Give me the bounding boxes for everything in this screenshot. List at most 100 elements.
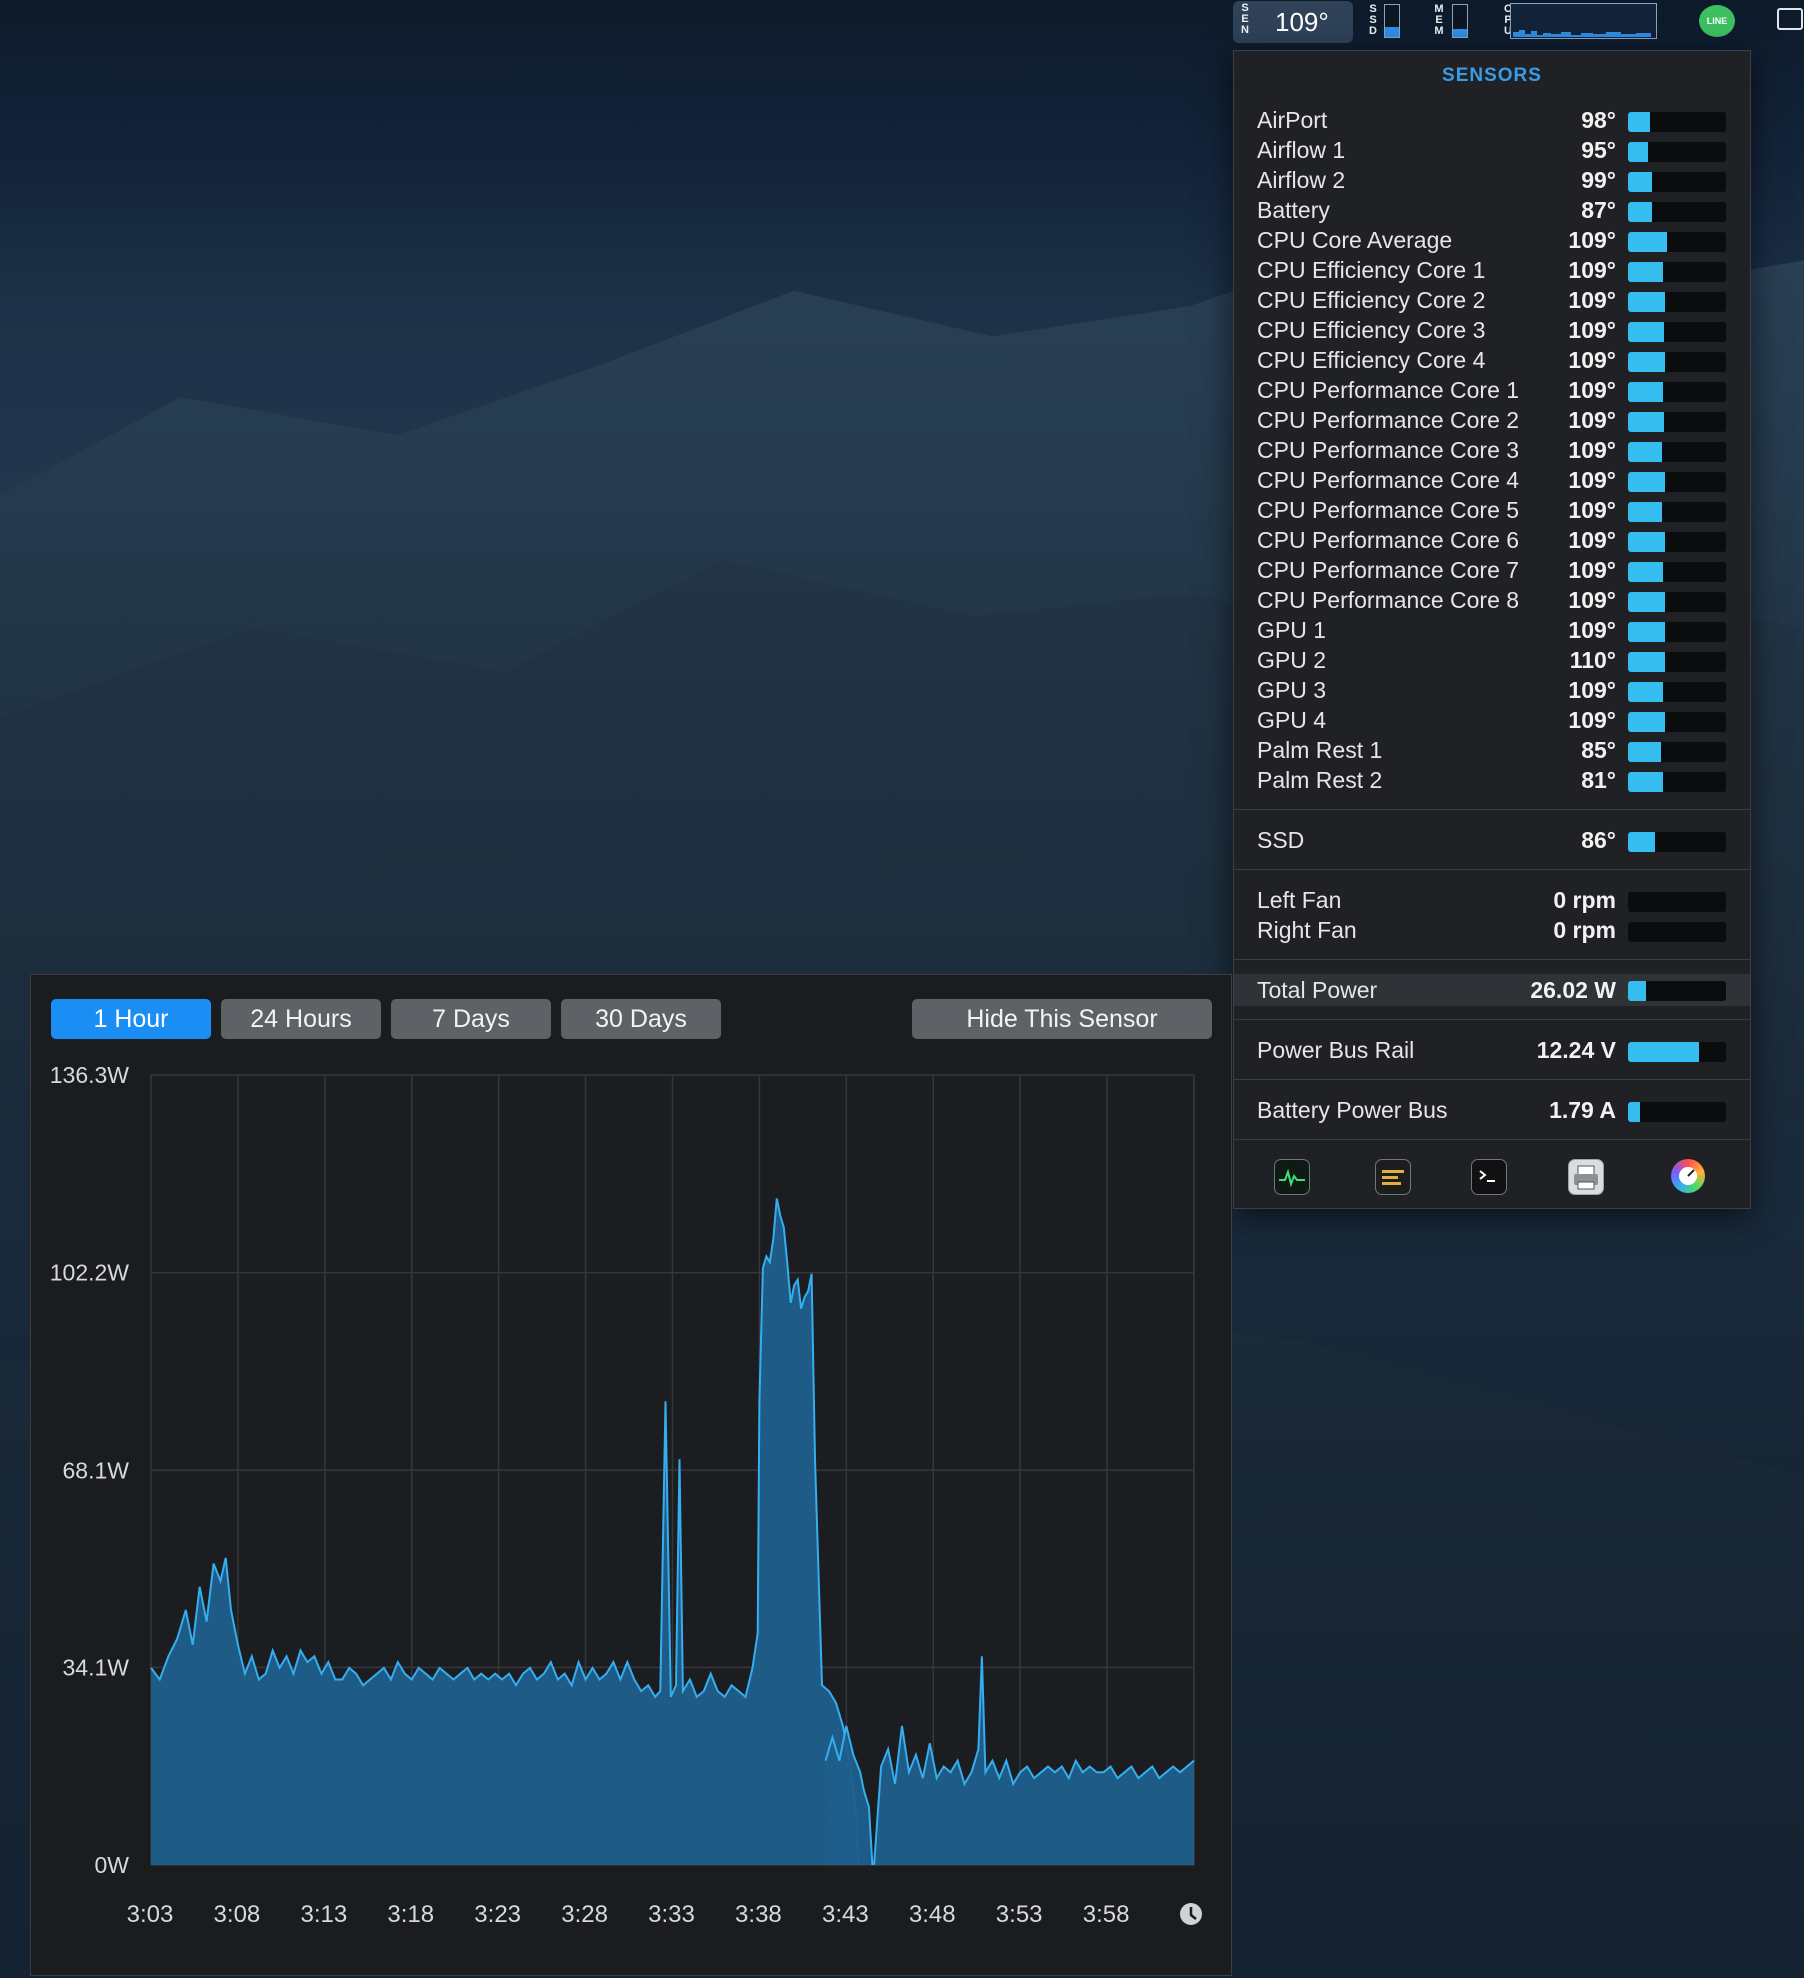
activity-monitor-graphic: [1279, 1168, 1305, 1188]
sensor-row[interactable]: Battery 87°: [1234, 196, 1750, 226]
sensor-label: CPU Performance Core 4: [1257, 467, 1520, 493]
sensor-row-power-bus[interactable]: Power Bus Rail 12.24 V: [1234, 1036, 1750, 1066]
sensor-row[interactable]: CPU Performance Core 2 109°: [1234, 406, 1750, 436]
sensor-row[interactable]: AirPort 98°: [1234, 106, 1750, 136]
sensor-gauge: [1628, 772, 1726, 792]
sensor-label: Battery: [1257, 197, 1330, 223]
gauge-fill: [1628, 682, 1664, 702]
y-tick-label: 136.3W: [50, 1062, 130, 1088]
istat-icon[interactable]: [1671, 1159, 1705, 1193]
sensor-gauge: [1628, 472, 1726, 492]
sensor-gauge: [1628, 502, 1726, 522]
gauge-fill: [1628, 412, 1665, 432]
sensor-value: 109°: [1568, 587, 1616, 613]
sensor-row[interactable]: CPU Efficiency Core 3 109°: [1234, 316, 1750, 346]
sensor-row[interactable]: CPU Performance Core 4 109°: [1234, 466, 1750, 496]
divider: [1234, 1139, 1750, 1140]
sensor-value: 109°: [1568, 287, 1616, 313]
sensor-row-left-fan[interactable]: Left Fan 0 rpm: [1234, 886, 1750, 916]
printer-graphic: [1574, 1165, 1598, 1190]
sensor-row[interactable]: CPU Core Average 109°: [1234, 226, 1750, 256]
sensor-gauge: [1628, 742, 1726, 762]
gauge-fill: [1628, 622, 1666, 642]
x-tick-label: 3:28: [561, 1901, 608, 1928]
gauge-fill: [1628, 472, 1666, 492]
sensor-gauge: [1628, 112, 1726, 132]
sensor-row[interactable]: CPU Performance Core 7 109°: [1234, 556, 1750, 586]
sensor-gauge: [1628, 682, 1726, 702]
sensor-label: Left Fan: [1257, 887, 1342, 913]
sensor-value: 110°: [1569, 647, 1616, 673]
gauge-fill: [1628, 142, 1648, 162]
mem-bar-fill: [1453, 29, 1467, 37]
gauge-fill: [1628, 172, 1652, 192]
sensor-row[interactable]: GPU 2 110°: [1234, 646, 1750, 676]
sensor-gauge: [1628, 832, 1726, 852]
y-tick-label: 34.1W: [63, 1654, 130, 1680]
sensor-row[interactable]: CPU Performance Core 5 109°: [1234, 496, 1750, 526]
letter: M: [1434, 25, 1444, 37]
sensor-row[interactable]: CPU Performance Core 1 109°: [1234, 376, 1750, 406]
gauge-fill: [1628, 1042, 1699, 1062]
divider: [1234, 959, 1750, 960]
line-app-icon[interactable]: LINE: [1699, 5, 1735, 37]
x-tick-label: 3:58: [1083, 1901, 1130, 1928]
terminal-icon[interactable]: [1471, 1159, 1507, 1195]
sensor-value: 99°: [1581, 167, 1616, 193]
sensor-label: GPU 1: [1257, 617, 1327, 643]
sensor-row-battery-bus[interactable]: Battery Power Bus 1.79 A: [1234, 1096, 1750, 1126]
sensor-row-total-power[interactable]: Total Power 26.02 W: [1234, 974, 1750, 1006]
sensor-label: CPU Performance Core 1: [1257, 377, 1520, 403]
sensor-row[interactable]: CPU Efficiency Core 1 109°: [1234, 256, 1750, 286]
sensor-label: CPU Performance Core 7: [1257, 557, 1520, 583]
x-tick-label: 3:13: [300, 1901, 347, 1928]
printer-icon[interactable]: [1568, 1159, 1604, 1195]
sensor-row[interactable]: GPU 4 109°: [1234, 706, 1750, 736]
sensor-row[interactable]: GPU 1 109°: [1234, 616, 1750, 646]
sensor-label: CPU Efficiency Core 3: [1257, 317, 1486, 343]
sensor-value: 109°: [1568, 347, 1616, 373]
gauge-fill: [1628, 772, 1664, 792]
activity-monitor-icon[interactable]: [1274, 1159, 1310, 1195]
menubar-sensors-item[interactable]: S E N 109°: [1233, 1, 1353, 43]
sensor-gauge: [1628, 382, 1726, 402]
sensor-row[interactable]: Airflow 1 95°: [1234, 136, 1750, 166]
sensor-row[interactable]: Airflow 2 99°: [1234, 166, 1750, 196]
sensor-row[interactable]: Palm Rest 2 81°: [1234, 766, 1750, 796]
power-history-window: 1 Hour 24 Hours 7 Days 30 Days Hide This…: [30, 974, 1232, 1976]
menubar-mem-bar[interactable]: [1452, 4, 1468, 38]
sensor-row[interactable]: GPU 3 109°: [1234, 676, 1750, 706]
console-icon[interactable]: [1375, 1159, 1411, 1195]
sensor-value: 0 rpm: [1553, 887, 1616, 913]
sensor-row[interactable]: CPU Performance Core 8 109°: [1234, 586, 1750, 616]
sensor-value: 0 rpm: [1553, 917, 1616, 943]
sensor-gauge: [1628, 1102, 1726, 1122]
sensor-row[interactable]: Palm Rest 1 85°: [1234, 736, 1750, 766]
sensor-gauge: [1628, 292, 1726, 312]
sensor-label: CPU Efficiency Core 1: [1257, 257, 1486, 283]
sensor-gauge: [1628, 532, 1726, 552]
sensor-row[interactable]: CPU Efficiency Core 4 109°: [1234, 346, 1750, 376]
display-icon[interactable]: [1777, 8, 1803, 30]
sensor-row-right-fan[interactable]: Right Fan 0 rpm: [1234, 916, 1750, 946]
menu-bar: S E N 109° S S D M E M C P U LINE: [1219, 0, 1804, 46]
menubar-ssd-bar[interactable]: [1384, 4, 1400, 38]
sensor-label: CPU Performance Core 6: [1257, 527, 1520, 553]
sensor-gauge: [1628, 652, 1726, 672]
sensor-gauge: [1628, 202, 1726, 222]
y-tick-label: 102.2W: [50, 1260, 130, 1286]
sensor-row[interactable]: CPU Performance Core 6 109°: [1234, 526, 1750, 556]
sensor-label: CPU Performance Core 2: [1257, 407, 1520, 433]
sensor-row[interactable]: CPU Efficiency Core 2 109°: [1234, 286, 1750, 316]
sensor-value: 81°: [1581, 767, 1616, 793]
sensor-row[interactable]: CPU Performance Core 3 109°: [1234, 436, 1750, 466]
sensor-value: 109°: [1568, 707, 1616, 733]
sensor-row-ssd[interactable]: SSD 86°: [1234, 826, 1750, 856]
menubar-sensor-temp: 109°: [1275, 7, 1329, 37]
menubar-cpu-graph[interactable]: [1510, 3, 1657, 39]
gauge-fill: [1628, 532, 1666, 552]
sensor-gauge: [1628, 232, 1726, 252]
sensor-value: 26.02 W: [1530, 977, 1616, 1003]
power-chart: 136.3W 102.2W 68.1W 34.1W 0W 3:03 3:08 3:13 3:18…: [50, 1062, 1202, 1928]
sensor-value: 109°: [1568, 257, 1616, 283]
